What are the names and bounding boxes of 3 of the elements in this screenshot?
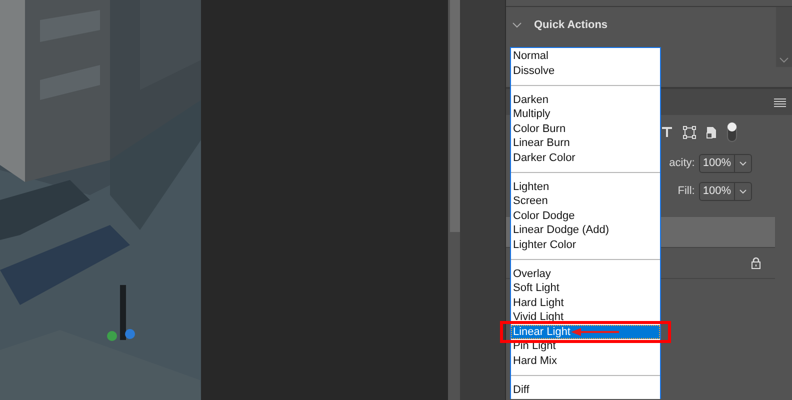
fill-label: Fill:	[678, 185, 695, 197]
panel-title: Quick Actions	[534, 19, 608, 31]
opacity-label: acity:	[669, 157, 695, 169]
